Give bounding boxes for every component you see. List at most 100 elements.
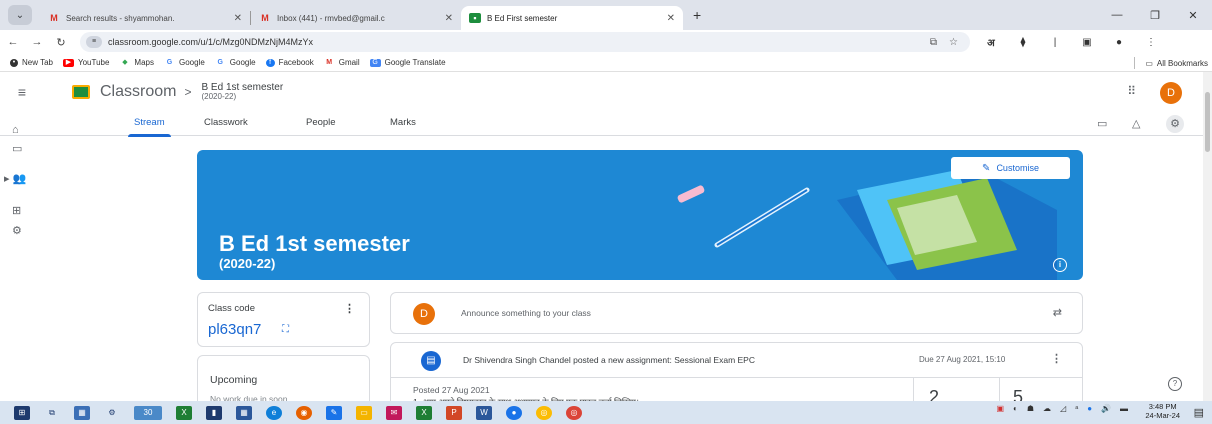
tab-classwork[interactable]: Classwork	[204, 117, 248, 128]
translate-extension-icon[interactable]: अ	[980, 35, 1002, 49]
settings-gear-icon[interactable]: ⚙	[1166, 115, 1184, 133]
calendar-icon[interactable]: ▭	[1097, 117, 1107, 130]
mail-icon[interactable]: ✉	[386, 405, 402, 420]
word-icon[interactable]: W	[476, 405, 492, 420]
bookmark-google-translate[interactable]: G Google Translate	[369, 58, 446, 67]
language-icon[interactable]: ᵃ	[1075, 404, 1078, 413]
reload-icon[interactable]: ↻	[50, 36, 72, 49]
all-bookmarks-button[interactable]: ▭ All Bookmarks	[1134, 57, 1208, 69]
help-icon[interactable]: ?	[1168, 377, 1182, 391]
tab-people[interactable]: People	[306, 117, 336, 128]
browser-tab-classroom[interactable]: ▪ B Ed First semester ✕	[461, 6, 683, 30]
profile-icon[interactable]: ●	[1108, 37, 1130, 48]
onedrive-icon[interactable]: ☁	[1043, 404, 1051, 413]
gmail-icon: M	[326, 58, 333, 66]
new-tab-button[interactable]: +	[693, 7, 701, 23]
more-options-icon[interactable]: ⋮	[344, 302, 355, 315]
bookmark-facebook[interactable]: f Facebook	[265, 58, 314, 67]
windows-start-icon[interactable]: ⊞	[14, 405, 30, 420]
more-options-icon[interactable]: ⋮	[1051, 352, 1062, 365]
assignment-text[interactable]: Dr Shivendra Singh Chandel posted a new …	[463, 355, 755, 365]
chrome-icon[interactable]: ◎	[536, 405, 552, 420]
bookmark-google[interactable]: G Google	[164, 58, 205, 67]
tray-app-icon[interactable]: ◐	[1013, 404, 1018, 413]
side-panel-icon[interactable]: ▣	[1076, 37, 1098, 48]
tray-app-icon[interactable]: ☗	[1027, 404, 1034, 413]
system-clock[interactable]: 3:48 PM 24-Mar-24	[1145, 402, 1180, 420]
translate-icon: G	[369, 58, 381, 67]
class-code-label: Class code	[208, 303, 255, 314]
archive-icon[interactable]: ⊞	[12, 204, 21, 217]
main-menu-icon[interactable]: ≡	[2, 84, 42, 100]
close-tab-icon[interactable]: ✕	[234, 13, 242, 24]
bookmark-youtube[interactable]: ▶ YouTube	[62, 58, 109, 67]
excel-file-icon[interactable]: X	[416, 405, 432, 420]
close-tab-icon[interactable]: ✕	[445, 13, 453, 24]
url-text[interactable]: classroom.google.com/u/1/c/Mzg0NDMzNjM4M…	[108, 37, 930, 47]
edge-icon[interactable]: e	[266, 405, 282, 420]
settings-gear-icon[interactable]: ⚙	[12, 224, 22, 237]
firefox-icon[interactable]: ◉	[296, 405, 312, 420]
notification-icon[interactable]: ▤	[1194, 406, 1204, 419]
minimize-icon[interactable]: —	[1098, 9, 1136, 21]
drive-icon[interactable]: △	[1132, 117, 1140, 130]
task-view-icon[interactable]: ⧉	[44, 406, 60, 420]
restore-icon[interactable]: ❐	[1136, 9, 1174, 22]
meet-icon[interactable]: ●	[506, 405, 522, 420]
browser-tab-inbox[interactable]: M Inbox (441) - rmvbed@gmail.c ✕	[251, 6, 461, 30]
settings-gear-icon[interactable]: ⚙	[104, 406, 120, 420]
bookmark-maps[interactable]: ◆ Maps	[119, 58, 154, 67]
close-tab-icon[interactable]: ✕	[667, 13, 675, 24]
calendar-icon[interactable]: ▭	[12, 142, 22, 155]
pen-app-icon[interactable]: ✎	[326, 405, 342, 420]
facebook-icon: f	[265, 58, 275, 67]
repost-icon[interactable]: ⇄	[1053, 306, 1062, 319]
bookmark-star-icon[interactable]: ☆	[949, 37, 958, 48]
powerpoint-icon[interactable]: P	[446, 405, 462, 420]
breadcrumb: B Ed 1st semester (2020-22)	[201, 82, 283, 102]
volume-icon[interactable]: 🔊	[1101, 404, 1111, 413]
fullscreen-icon[interactable]: ⛶	[282, 324, 289, 335]
tab-stream[interactable]: Stream	[128, 117, 171, 137]
cast-icon[interactable]: ⧉	[930, 37, 937, 48]
bookmark-google-2[interactable]: G Google	[215, 58, 256, 67]
back-icon[interactable]: ←	[2, 36, 24, 48]
tab-search-button[interactable]: ⌄	[8, 5, 32, 25]
classroom-logo[interactable]	[72, 85, 90, 99]
tray-app-icon[interactable]: ●	[1087, 404, 1092, 413]
app-name[interactable]: Classroom	[100, 83, 176, 101]
bookmark-gmail[interactable]: M Gmail	[324, 58, 359, 67]
browser-tab-search-results[interactable]: M Search results - shyammohan. ✕	[40, 6, 250, 30]
excel-icon[interactable]: X	[176, 405, 192, 420]
enrolled-classes-icon[interactable]: ▸ 👥	[4, 172, 26, 185]
google-apps-icon[interactable]: ⠿	[1127, 84, 1136, 98]
close-window-icon[interactable]: ✕	[1174, 9, 1212, 22]
home-icon[interactable]: ⌂	[12, 124, 19, 136]
file-icon[interactable]: ▮	[206, 405, 222, 420]
info-icon[interactable]: i	[1053, 258, 1067, 272]
chrome-profile-icon[interactable]: ◎	[566, 405, 582, 420]
system-tray: ▣ ◐ ☗ ☁ ◿ ᵃ ● 🔊 ▬	[987, 404, 1128, 413]
store-icon[interactable]: ▦	[74, 405, 90, 420]
address-bar-row: ← → ↻ ≡ classroom.google.com/u/1/c/Mzg0N…	[0, 30, 1212, 54]
announce-card[interactable]: D Announce something to your class ⇄	[390, 292, 1083, 334]
bookmarks-bar: • New Tab ▶ YouTube ◆ Maps G Google G Google …	[0, 54, 1212, 72]
announce-placeholder[interactable]: Announce something to your class	[461, 308, 591, 318]
extensions-puzzle-icon[interactable]: ⧫	[1012, 37, 1034, 48]
customise-button[interactable]: ✎ Customise	[951, 157, 1070, 179]
forward-icon[interactable]: →	[26, 36, 48, 48]
app-icon[interactable]: ▦	[236, 405, 252, 420]
battery-icon[interactable]: ▬	[1120, 404, 1128, 413]
browser-menu-icon[interactable]: ⋮	[1140, 37, 1162, 48]
page-scrollbar[interactable]	[1203, 72, 1212, 402]
omnibox[interactable]: ≡ classroom.google.com/u/1/c/Mzg0NDMzNjM…	[80, 32, 970, 52]
site-info-icon[interactable]: ≡	[86, 36, 102, 48]
wifi-icon[interactable]: ◿	[1060, 404, 1066, 413]
tray-app-icon[interactable]: ▣	[996, 404, 1004, 413]
weather-widget[interactable]: 30	[134, 405, 162, 420]
scrollbar-thumb[interactable]	[1205, 92, 1210, 152]
file-explorer-icon[interactable]: ▭	[356, 405, 372, 420]
account-avatar[interactable]: D	[1160, 82, 1182, 104]
bookmark-new-tab[interactable]: • New Tab	[10, 58, 53, 67]
tab-marks[interactable]: Marks	[390, 117, 416, 128]
